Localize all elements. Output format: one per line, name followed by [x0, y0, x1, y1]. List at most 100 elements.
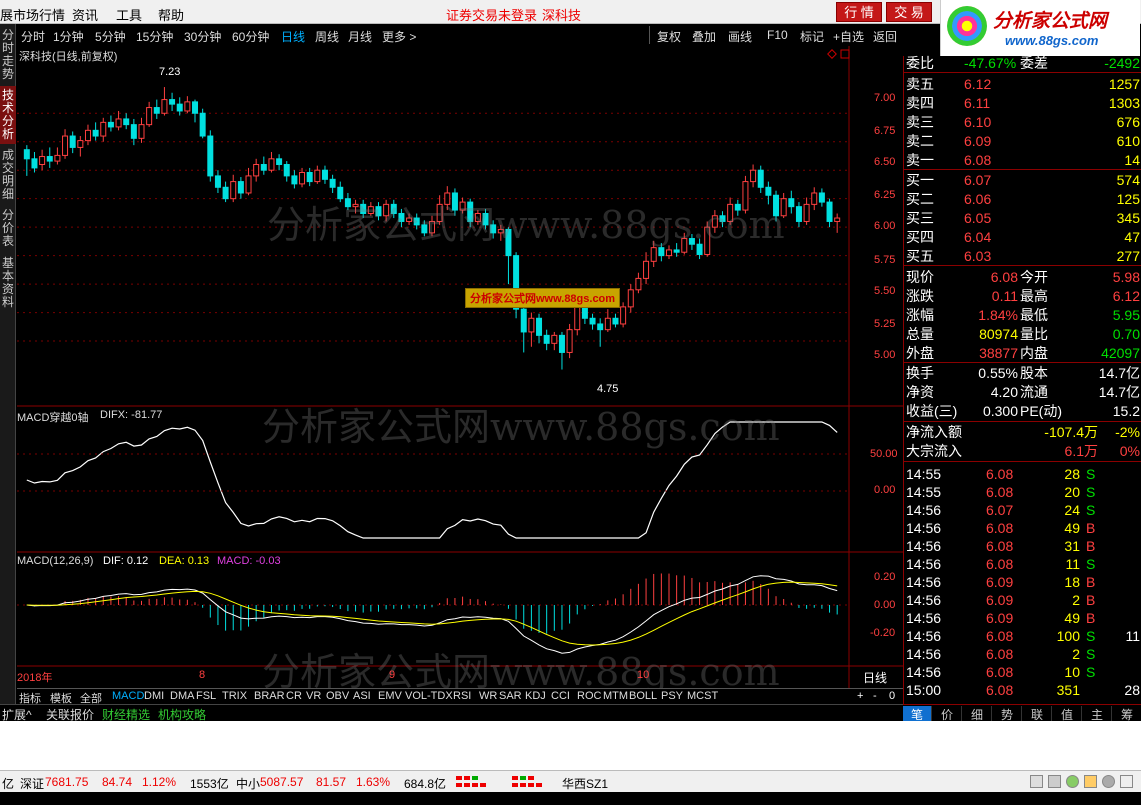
candle-body — [107, 121, 114, 128]
divider — [904, 72, 1141, 73]
period-monthly[interactable]: 月线 — [348, 28, 372, 45]
draw-line-button[interactable]: 画线 — [728, 28, 752, 45]
bid-price: 6.07 — [964, 172, 992, 188]
chart-area[interactable]: 深科技(日线,前复权) 7.23 4.75 7.00 6.75 6.50 6.2… — [17, 46, 903, 694]
candle-body — [276, 158, 283, 166]
add-watchlist-button[interactable]: +自选 — [833, 28, 864, 45]
tab-price-table[interactable]: 分价表 — [0, 206, 16, 252]
period-60min[interactable]: 60分钟 — [232, 28, 269, 45]
alert-icon[interactable] — [1066, 775, 1079, 788]
macd-zero-title: MACD穿越0轴 — [17, 412, 89, 424]
indicator-bar: 指标 模板 全部 MACD DMI DMA FSL TRIX BRAR CR V… — [17, 688, 903, 705]
sz-index-pct: 1.12% — [142, 775, 177, 789]
indicator-tab[interactable]: DMI — [144, 690, 164, 702]
adjust-button[interactable]: 复权 — [657, 28, 681, 45]
indicator-tab[interactable]: PSY — [661, 690, 683, 702]
candle-body — [92, 129, 99, 137]
fundamental-label: 股本 — [1020, 365, 1048, 381]
indicator-tab[interactable]: CR — [286, 690, 302, 702]
fundamental-value: 14.7亿 — [1098, 384, 1140, 400]
candle-body — [299, 171, 306, 185]
overlay-button[interactable]: 叠加 — [692, 28, 716, 45]
window-icon[interactable] — [1030, 775, 1043, 788]
zoom-in-button[interactable]: + — [857, 690, 863, 702]
tab-trade-detail[interactable]: 成交明细 — [0, 146, 16, 204]
indicator-tab[interactable]: FSL — [196, 690, 216, 702]
tick-volume: 28 — [1064, 466, 1080, 482]
tick-time: 14:56 — [906, 646, 942, 662]
candle-body — [184, 101, 191, 112]
tab-technical[interactable]: 技术分析 — [0, 86, 16, 144]
menu-tools[interactable]: 工具 — [116, 5, 142, 24]
indicator-tab[interactable]: BRAR — [254, 690, 285, 702]
tab-fundamentals[interactable]: 基本资料 — [0, 254, 16, 312]
flow-percent: -2% — [1115, 424, 1140, 440]
zx-index-label[interactable]: 中小 — [236, 775, 260, 792]
tick-direction: B — [1086, 592, 1096, 608]
price-tick: 5.75 — [874, 254, 896, 266]
sz-index-label[interactable]: 深证 — [20, 775, 44, 792]
fundamental-value: 0.300 — [982, 403, 1018, 419]
settings-icon[interactable] — [1102, 775, 1115, 788]
fundamental-value: 4.20 — [990, 384, 1018, 400]
period-30min[interactable]: 30分钟 — [184, 28, 221, 45]
trade-button[interactable]: 交 易 — [886, 2, 932, 22]
toolbar-divider — [649, 26, 650, 44]
indicator-tab[interactable]: BOLL — [629, 690, 657, 702]
tick-row: 14:56 6.09 2 B — [904, 591, 1141, 609]
period-intraday[interactable]: 分时 — [21, 28, 45, 45]
dea-value: DEA: 0.13 — [159, 555, 210, 567]
indicator-tab[interactable]: VOL-TDX — [405, 690, 453, 702]
mark-button[interactable]: 标记 — [800, 28, 824, 45]
candle-body — [146, 107, 153, 126]
lock-icon[interactable] — [1084, 775, 1097, 788]
stat-value: 5.98 — [1112, 269, 1140, 285]
period-1min[interactable]: 1分钟 — [53, 28, 84, 45]
period-toolbar: 分时 1分钟 5分钟 15分钟 30分钟 60分钟 日线 周线 月线 更多 > … — [17, 24, 903, 46]
market-button[interactable]: 行 情 — [836, 2, 882, 22]
indicator-tab[interactable]: DMA — [170, 690, 194, 702]
login-status-link[interactable]: 证券交易未登录 — [446, 5, 537, 24]
indicator-tab[interactable]: OBV — [326, 690, 349, 702]
tab-intraday[interactable]: 分时走势 — [0, 26, 16, 84]
indicator-tab[interactable]: MTM — [603, 690, 628, 702]
f10-button[interactable]: F10 — [767, 28, 788, 42]
indicator-tab[interactable]: EMV — [378, 690, 402, 702]
price-tick: 5.00 — [874, 349, 896, 361]
indicator-tab[interactable]: KDJ — [525, 690, 546, 702]
menu-help[interactable]: 帮助 — [158, 5, 184, 24]
indicator-tab[interactable]: WR — [479, 690, 497, 702]
candle-body — [115, 118, 122, 128]
indicator-tab[interactable]: SAR — [499, 690, 522, 702]
indicator-tab[interactable]: VR — [306, 690, 321, 702]
ask-price: 6.10 — [964, 114, 992, 130]
period-weekly[interactable]: 周线 — [315, 28, 339, 45]
bid-row: 买二 6.06 125 — [904, 190, 1141, 208]
tick-price: 6.08 — [986, 628, 1014, 644]
reset-zoom-button[interactable]: 0 — [889, 690, 895, 702]
indicator-tab[interactable]: CCI — [551, 690, 570, 702]
period-5min[interactable]: 5分钟 — [95, 28, 126, 45]
candle-body — [100, 121, 107, 137]
indicator-tab[interactable]: ASI — [353, 690, 371, 702]
back-button[interactable]: 返回 — [873, 28, 897, 45]
ask-volume: 14 — [1124, 152, 1140, 168]
monitor-icon[interactable] — [1048, 775, 1061, 788]
indicator-tab[interactable]: ROC — [577, 690, 601, 702]
indicator-tab[interactable]: MCST — [687, 690, 718, 702]
indicator-tab[interactable]: RSI — [453, 690, 471, 702]
tick-volume: 49 — [1064, 610, 1080, 626]
macd-value: MACD: -0.03 — [217, 555, 281, 567]
indicator-tab[interactable]: MACD — [112, 690, 144, 702]
diamond-marker-icon — [827, 49, 837, 59]
period-15min[interactable]: 15分钟 — [136, 28, 173, 45]
menu-market[interactable]: 展市场行情 — [0, 5, 65, 24]
menu-news[interactable]: 资讯 — [72, 5, 98, 24]
zoom-out-button[interactable]: - — [873, 690, 877, 702]
period-daily[interactable]: 日线 — [281, 28, 305, 45]
ask-label: 卖一 — [906, 152, 934, 168]
server-label[interactable]: 华西SZ1 — [562, 775, 608, 792]
period-more[interactable]: 更多 > — [382, 28, 416, 45]
indicator-tab[interactable]: TRIX — [222, 690, 247, 702]
layout-icon[interactable] — [1120, 775, 1133, 788]
